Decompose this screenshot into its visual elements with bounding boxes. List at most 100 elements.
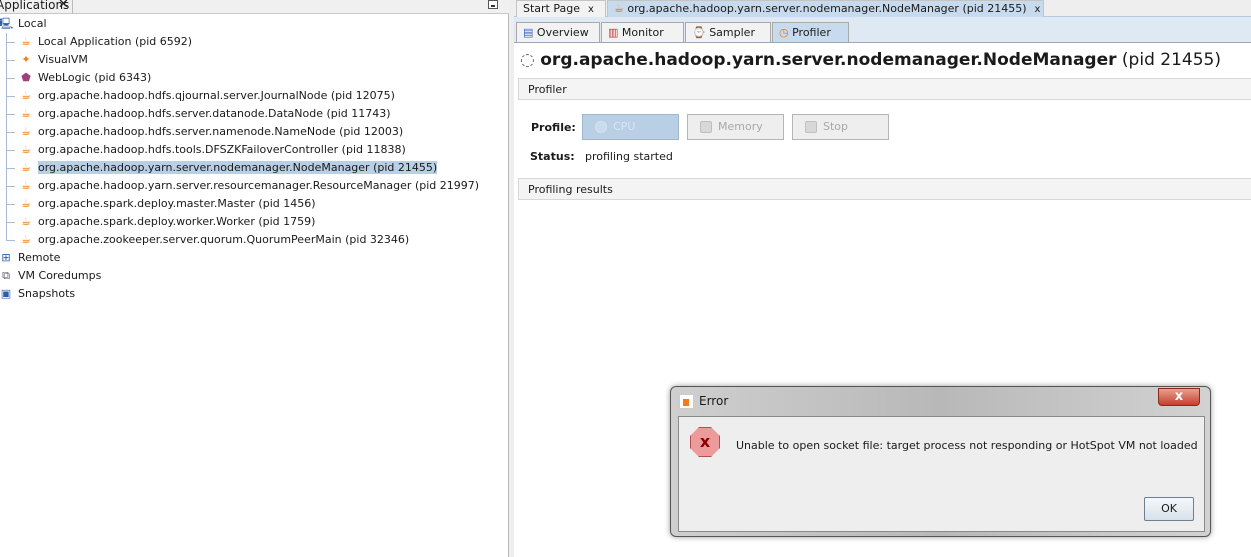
java-icon: ☕ xyxy=(21,125,31,138)
overview-icon: ▤ xyxy=(523,26,534,39)
tree-item-label: VM Coredumps xyxy=(18,269,102,282)
tree-item-application[interactable]: ☕ org.apache.hadoop.hdfs.server.namenode.… xyxy=(18,123,403,141)
dialog-title: Error xyxy=(699,394,729,408)
tree-item-label: WebLogic (pid 6343) xyxy=(38,71,152,84)
sampler-icon: ⌚ xyxy=(692,26,706,39)
visualvm-icon xyxy=(679,394,694,409)
loading-spinner-icon: ◌ xyxy=(520,50,535,70)
dialog-body: x Unable to open socket file: target pro… xyxy=(678,416,1205,532)
tree-item-label: org.apache.hadoop.yarn.server.nodemanage… xyxy=(38,161,438,174)
tab-monitor[interactable]: ▥ Monitor xyxy=(601,22,684,43)
java-icon: ☕ xyxy=(21,197,31,210)
tree-line xyxy=(6,60,15,61)
java-icon: ☕ xyxy=(21,179,31,192)
monitor-icon: ▥ xyxy=(608,26,619,39)
tree-item-label: org.apache.zookeeper.server.quorum.Quoru… xyxy=(38,233,410,246)
tree-item-application[interactable]: ☕ Local Application (pid 6592) xyxy=(18,33,192,51)
tree-line xyxy=(6,186,15,187)
tree-item-application[interactable]: ☕ org.apache.zookeeper.server.quorum.Quor… xyxy=(18,231,409,249)
close-tab-icon[interactable]: x xyxy=(1035,4,1041,15)
tree-item-application[interactable]: ☕ org.apache.hadoop.hdfs.qjournal.server.… xyxy=(18,87,395,105)
java-icon: ☕ xyxy=(21,215,31,228)
process-pid: (pid 21455) xyxy=(1121,50,1221,70)
tree-item-application[interactable]: ☕ org.apache.spark.deploy.master.Master (… xyxy=(18,195,316,213)
tree-item-application[interactable]: ☕ org.apache.hadoop.yarn.server.resourcem… xyxy=(18,177,479,195)
cpu-icon xyxy=(595,121,607,133)
tree-node-local[interactable]: 🖳 Local xyxy=(0,15,47,33)
tree-line xyxy=(6,33,7,240)
java-icon: ☕ xyxy=(21,107,31,120)
tree-item-label: Local xyxy=(18,17,47,30)
memory-button[interactable]: Memory xyxy=(687,114,784,140)
tree-line xyxy=(6,204,15,205)
tree-item-label: org.apache.hadoop.hdfs.server.datanode.D… xyxy=(38,107,391,120)
tree-item-label: org.apache.spark.deploy.worker.Worker (p… xyxy=(38,215,316,228)
tab-label: Start Page xyxy=(523,2,580,15)
tab-sampler[interactable]: ⌚ Sampler xyxy=(685,22,771,43)
ok-button[interactable]: OK xyxy=(1144,497,1194,521)
tab-label: Sampler xyxy=(709,26,755,39)
java-icon: ☕ xyxy=(21,233,31,246)
tree-item-application[interactable]: ☕ org.apache.hadoop.hdfs.tools.DFSZKFailo… xyxy=(18,141,406,159)
profile-label: Profile: xyxy=(531,121,576,134)
tab-start-page[interactable]: Start Page x xyxy=(516,0,606,17)
tab-label: Overview xyxy=(536,26,589,39)
tree-node-snapshots[interactable]: ▣ Snapshots xyxy=(0,285,75,303)
tree-item-application[interactable]: ☕ org.apache.hadoop.yarn.server.nodemanag… xyxy=(18,159,438,177)
profiler-section-header[interactable]: Profiler xyxy=(518,78,1251,100)
tree-line xyxy=(6,96,15,97)
minimize-button[interactable] xyxy=(488,0,498,9)
tree-item-label: org.apache.spark.deploy.master.Master (p… xyxy=(38,197,316,210)
tree-line xyxy=(6,222,15,223)
tree-item-label: Snapshots xyxy=(18,287,76,300)
profiler-clock-icon: ◷ xyxy=(779,26,789,39)
tab-label: org.apache.hadoop.yarn.server.nodemanage… xyxy=(627,2,1027,15)
tree-item-application[interactable]: ☕ org.apache.hadoop.hdfs.server.datanode.… xyxy=(18,105,391,123)
tab-label: Profiler xyxy=(792,26,831,39)
applications-panel-header: Applications ✕ xyxy=(0,0,509,14)
close-panel-button[interactable]: ✕ xyxy=(58,0,69,12)
divider xyxy=(72,0,73,14)
process-name: org.apache.hadoop.yarn.server.nodemanage… xyxy=(540,50,1117,70)
snapshot-icon: ▣ xyxy=(0,287,12,300)
error-icon: x xyxy=(690,427,720,457)
tree-line xyxy=(6,240,15,241)
dialog-close-button[interactable]: x xyxy=(1158,388,1200,406)
tree-item-label: Local Application (pid 6592) xyxy=(38,35,193,48)
page-title: ◌ org.apache.hadoop.yarn.server.nodemana… xyxy=(520,50,1221,70)
error-message: Unable to open socket file: target proce… xyxy=(736,439,1198,452)
tree-item-label: VisualVM xyxy=(38,53,88,66)
button-label: Stop xyxy=(823,120,849,133)
button-label: Memory xyxy=(718,120,763,133)
tree-item-application[interactable]: ☕ org.apache.spark.deploy.worker.Worker (… xyxy=(18,213,315,231)
applications-panel: Applications ✕ 🖳 Local ☕ Local Application … xyxy=(0,0,509,557)
tree-item-label: org.apache.hadoop.hdfs.tools.DFSZKFailov… xyxy=(38,143,406,156)
tree-item-application[interactable]: ⬟ WebLogic (pid 6343) xyxy=(18,69,151,87)
java-icon: ☕ xyxy=(21,89,31,102)
tree-node-remote[interactable]: ⊞ Remote xyxy=(0,249,60,267)
tab-profiler[interactable]: ◷ Profiler xyxy=(772,22,849,43)
status-value: profiling started xyxy=(585,150,673,163)
tab-overview[interactable]: ▤ Overview xyxy=(516,22,600,43)
tree-line xyxy=(6,150,15,151)
stop-button[interactable]: Stop xyxy=(792,114,889,140)
close-tab-icon[interactable]: x xyxy=(588,4,594,15)
stop-icon xyxy=(805,121,817,133)
cpu-button[interactable]: CPU xyxy=(582,114,679,140)
tree-item-label: org.apache.hadoop.hdfs.qjournal.server.J… xyxy=(38,89,395,102)
tree-line xyxy=(6,168,15,169)
profiling-results-header[interactable]: Profiling results xyxy=(518,178,1251,200)
tree-node-vm-coredumps[interactable]: ⧉ VM Coredumps xyxy=(0,267,101,285)
weblogic-icon: ⬟ xyxy=(21,71,31,84)
coredump-icon: ⧉ xyxy=(2,269,10,282)
memory-icon xyxy=(700,121,712,133)
tree-item-application[interactable]: ✦ VisualVM xyxy=(18,51,88,69)
java-icon: ☕ xyxy=(21,35,31,48)
remote-icon: ⊞ xyxy=(1,251,11,264)
tab-nodemanager[interactable]: ☕ org.apache.hadoop.yarn.server.nodemana… xyxy=(607,0,1044,17)
tree-line xyxy=(6,78,15,79)
error-dialog: Error x x Unable to open socket file: ta… xyxy=(670,386,1211,537)
tab-label: Monitor xyxy=(621,26,664,39)
visualvm-icon: ✦ xyxy=(21,53,31,66)
java-icon: ☕ xyxy=(21,143,31,156)
